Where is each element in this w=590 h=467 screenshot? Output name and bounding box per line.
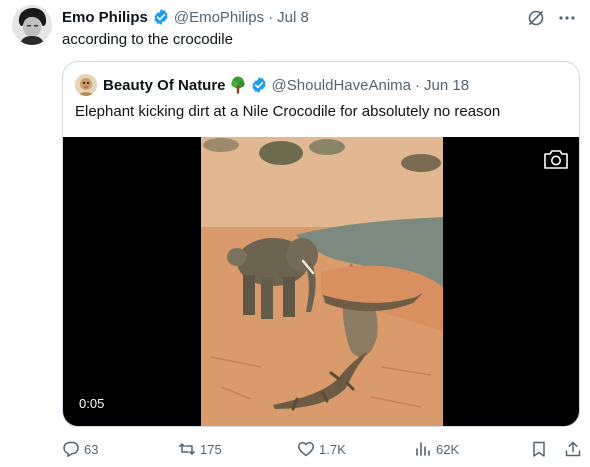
tweet-header: Emo Philips @EmoPhilips · Jul 8 bbox=[62, 7, 309, 27]
author-handle[interactable]: @EmoPhilips bbox=[174, 9, 264, 26]
video-player[interactable]: 0:05 bbox=[63, 137, 579, 426]
quoted-avatar[interactable] bbox=[75, 74, 97, 96]
quoted-avatar-photo bbox=[75, 74, 97, 96]
camera-icon[interactable] bbox=[543, 148, 569, 170]
tweet[interactable]: Emo Philips @EmoPhilips · Jul 8 accordin… bbox=[0, 0, 590, 467]
views-icon bbox=[414, 440, 432, 458]
tweet-text: according to the crocodile bbox=[62, 31, 233, 48]
separator-dot: · bbox=[268, 8, 274, 26]
avatar-photo bbox=[12, 5, 52, 45]
avatar[interactable] bbox=[12, 5, 52, 45]
quoted-tweet[interactable]: Beauty Of Nature @ShouldHaveAnima · Jun … bbox=[62, 61, 580, 427]
views-count: 62K bbox=[436, 441, 460, 457]
bookmark-icon bbox=[530, 440, 548, 458]
quoted-verified-badge-icon bbox=[250, 76, 268, 94]
reply-count: 63 bbox=[84, 441, 99, 457]
tree-icon bbox=[230, 76, 246, 94]
quoted-tweet-header: Beauty Of Nature @ShouldHaveAnima · Jun … bbox=[75, 74, 469, 96]
views-button[interactable]: 62K bbox=[414, 440, 459, 458]
verified-badge-icon bbox=[152, 8, 170, 26]
action-bar: 63 175 1.7K 62K bbox=[62, 440, 582, 460]
heart-icon bbox=[297, 440, 315, 458]
quoted-tweet-text: Elephant kicking dirt at a Nile Crocodil… bbox=[75, 103, 501, 120]
bookmark-button[interactable] bbox=[530, 440, 548, 458]
share-button[interactable] bbox=[564, 440, 582, 458]
video-duration: 0:05 bbox=[73, 394, 111, 413]
reply-icon bbox=[62, 440, 80, 458]
author-name[interactable]: Emo Philips bbox=[62, 9, 148, 26]
like-button[interactable]: 1.7K bbox=[297, 440, 346, 458]
tweet-date[interactable]: Jul 8 bbox=[277, 9, 309, 26]
quoted-author-handle[interactable]: @ShouldHaveAnima bbox=[272, 77, 411, 94]
video-frame bbox=[201, 137, 443, 426]
repost-icon bbox=[178, 440, 196, 458]
more-options-icon[interactable] bbox=[558, 9, 576, 27]
quoted-author-name[interactable]: Beauty Of Nature bbox=[103, 77, 226, 94]
repost-button[interactable]: 175 bbox=[178, 440, 222, 458]
quoted-date[interactable]: Jun 18 bbox=[424, 77, 469, 94]
quoted-separator-dot: · bbox=[415, 76, 420, 94]
reply-button[interactable]: 63 bbox=[62, 440, 98, 458]
grok-icon[interactable] bbox=[526, 8, 546, 28]
repost-count: 175 bbox=[200, 441, 222, 457]
tweet-top-actions bbox=[526, 8, 576, 28]
like-count: 1.7K bbox=[319, 441, 346, 457]
share-icon bbox=[564, 440, 582, 458]
